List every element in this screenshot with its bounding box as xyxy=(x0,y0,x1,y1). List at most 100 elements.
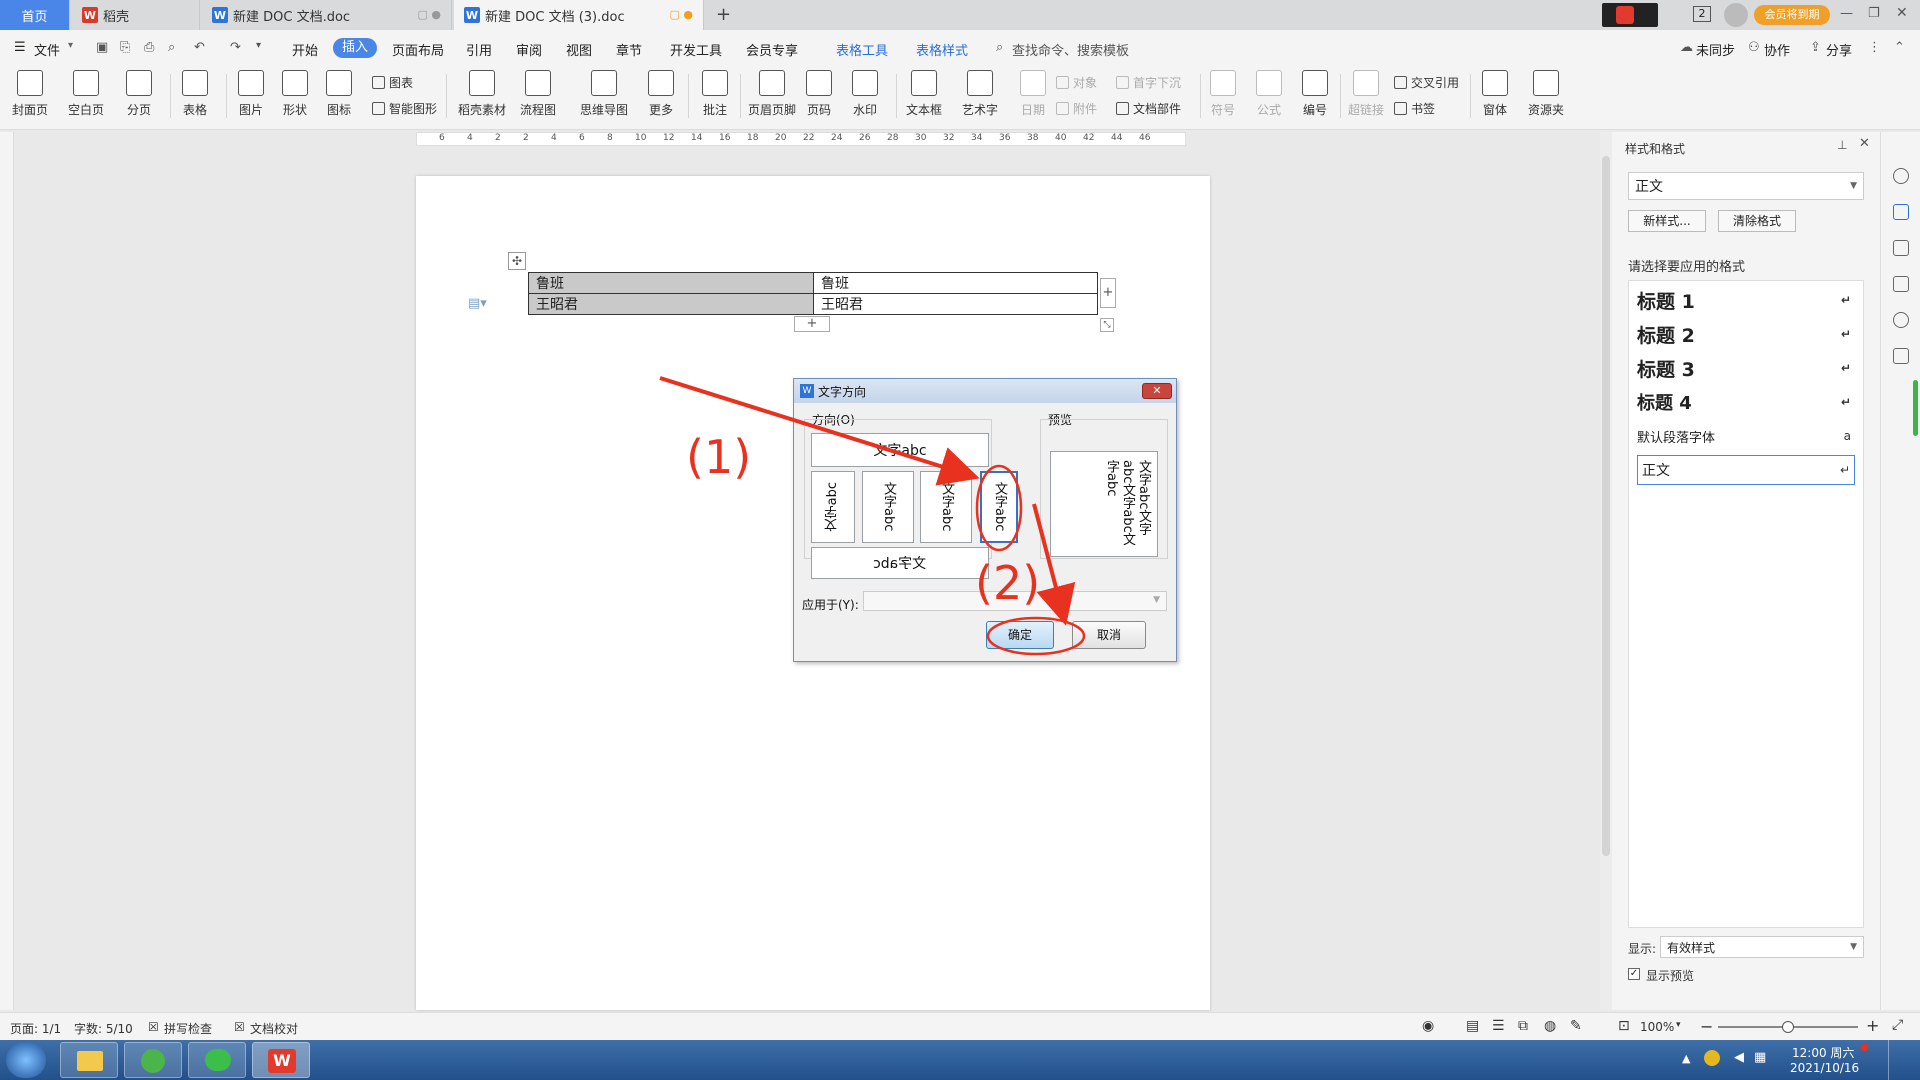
style-item-default-font[interactable]: 默认段落字体 a xyxy=(1637,421,1855,451)
redo-icon[interactable]: ↷ xyxy=(230,40,241,55)
ok-button[interactable]: 确定 xyxy=(986,621,1054,649)
current-style-select[interactable]: 正文 ▼ xyxy=(1628,172,1864,200)
table-cell[interactable]: 王昭君 xyxy=(813,293,1098,315)
select-cursor-icon[interactable] xyxy=(1893,240,1909,256)
browser-taskbar-icon[interactable] xyxy=(124,1042,182,1078)
collab-button[interactable]: 协作 xyxy=(1764,40,1790,59)
dropcap-button[interactable]: 首字下沉 xyxy=(1116,74,1181,91)
network-icon[interactable]: ▦ xyxy=(1754,1050,1766,1065)
date-button[interactable]: 日期 xyxy=(1020,70,1046,118)
smartart-button[interactable]: 智能图形 xyxy=(372,100,437,117)
style-item-heading4[interactable]: 标题 4 ↵ xyxy=(1637,387,1855,417)
flowchart-button[interactable]: 流程图 xyxy=(520,70,556,118)
search-icon[interactable]: ⌕ xyxy=(996,40,1003,55)
formula-button[interactable]: 公式 xyxy=(1256,70,1282,118)
direction-vertical-option-4-selected[interactable]: 文字abc xyxy=(980,471,1018,543)
style-item-body[interactable]: 正文 ↵ xyxy=(1637,455,1855,485)
header-footer-button[interactable]: 页眉页脚 xyxy=(748,70,796,118)
resource-button[interactable]: 资源夹 xyxy=(1528,70,1564,118)
direction-horizontal-option[interactable]: 文字abc xyxy=(811,433,989,467)
help-icon[interactable] xyxy=(1893,312,1909,328)
docer-material-button[interactable]: 稻壳素材 xyxy=(458,70,506,118)
paragraph-menu-icon[interactable]: ▤▾ xyxy=(468,296,487,311)
preview-icon[interactable]: ⌕ xyxy=(168,40,175,55)
menu-section[interactable]: 章节 xyxy=(616,40,642,59)
dialog-close-button[interactable]: ✕ xyxy=(1142,383,1172,399)
menu-layout[interactable]: 页面布局 xyxy=(392,40,444,59)
watermark-button[interactable]: 水印 xyxy=(852,70,878,118)
edit-style-icon[interactable] xyxy=(1893,204,1909,220)
icon-button[interactable]: 图标 xyxy=(326,70,352,118)
avatar[interactable] xyxy=(1724,3,1748,27)
clock-date[interactable]: 2021/10/16 xyxy=(1790,1061,1859,1075)
save-icon[interactable]: ▣ xyxy=(96,40,108,55)
add-column-plus-icon[interactable]: + xyxy=(1100,278,1116,308)
direction-rotated-option[interactable]: 文字abc xyxy=(811,547,989,579)
start-button[interactable] xyxy=(6,1042,46,1078)
outline-view-icon[interactable]: ☰ xyxy=(1492,1018,1505,1034)
menu-view[interactable]: 视图 xyxy=(566,40,592,59)
table-move-icon[interactable]: ✣ xyxy=(508,252,526,270)
tab-wps[interactable]: W 稻壳 xyxy=(72,0,200,30)
panel-close-icon[interactable]: ✕ xyxy=(1859,136,1870,151)
new-style-button[interactable]: 新样式... xyxy=(1628,210,1706,232)
direction-vertical-option-3[interactable]: 文字abc xyxy=(920,471,972,543)
quick-access-chevron-icon[interactable]: ▾ xyxy=(256,40,261,51)
hamburger-icon[interactable]: ☰ xyxy=(14,40,26,55)
more-vertical-icon[interactable]: ⋮ xyxy=(1868,40,1881,55)
menu-developer[interactable]: 开发工具 xyxy=(670,40,722,59)
vertical-scrollbar[interactable] xyxy=(1600,132,1612,1010)
form-button[interactable]: 窗体 xyxy=(1482,70,1508,118)
preview-checkbox[interactable]: ✓ xyxy=(1628,968,1640,980)
tray-expand-icon[interactable]: ▲ xyxy=(1682,1052,1690,1065)
table-button[interactable]: 表格 xyxy=(182,70,208,118)
more-button[interactable]: 更多 xyxy=(648,70,674,118)
tab-doc2[interactable]: W 新建 DOC 文档 (3).doc ▢ ● xyxy=(454,0,704,30)
numbering-button[interactable]: 编号 xyxy=(1302,70,1328,118)
document-table[interactable]: 鲁班 鲁班 王昭君 王昭君 xyxy=(528,272,1098,315)
print-icon[interactable]: ⎙ xyxy=(144,40,154,55)
crossref-button[interactable]: 交叉引用 xyxy=(1394,74,1459,91)
bookmark-button[interactable]: 书签 xyxy=(1394,100,1435,117)
explorer-taskbar-icon[interactable] xyxy=(60,1042,118,1078)
tab-close-icon[interactable]: ▢ ● xyxy=(418,8,442,21)
wordart-button[interactable]: 艺术字 xyxy=(962,70,998,118)
word-count[interactable]: 字数: 5/10 xyxy=(74,1020,133,1037)
volume-icon[interactable]: ◀ xyxy=(1734,1050,1744,1065)
add-row-plus-icon[interactable]: + xyxy=(794,316,830,332)
doc-proofread[interactable]: 文档校对 xyxy=(250,1020,298,1037)
menu-table-style[interactable]: 表格样式 xyxy=(916,40,968,59)
backup-icon[interactable] xyxy=(1893,348,1909,364)
style-item-heading2[interactable]: 标题 2 ↵ xyxy=(1637,319,1855,349)
web-view-icon[interactable]: ◍ xyxy=(1544,1018,1556,1034)
table-cell[interactable]: 鲁班 xyxy=(528,272,814,294)
show-desktop-button[interactable] xyxy=(1888,1040,1920,1080)
menu-references[interactable]: 引用 xyxy=(466,40,492,59)
docpart-button[interactable]: 文档部件 xyxy=(1116,100,1181,117)
vip-badge[interactable]: 会员将到期 xyxy=(1754,5,1830,25)
page-view-icon[interactable]: ▤ xyxy=(1466,1018,1479,1034)
hyperlink-button[interactable]: 超链接 xyxy=(1348,70,1384,118)
pin-icon[interactable]: ⊥ xyxy=(1837,138,1847,152)
page-count-badge[interactable]: 2 xyxy=(1693,6,1711,22)
zoom-slider-thumb[interactable] xyxy=(1782,1021,1794,1033)
sync-status[interactable]: 未同步 xyxy=(1696,40,1735,59)
style-item-heading1[interactable]: 标题 1 ↵ xyxy=(1637,285,1855,315)
share-button[interactable]: 分享 xyxy=(1826,40,1852,59)
horizontal-ruler[interactable]: 6 4 2 2 4 6 8 10 12 14 16 18 20 22 24 26 28 30 32 34 36 38 40 4… xyxy=(416,132,1186,146)
textbox-button[interactable]: 文本框 xyxy=(906,70,942,118)
restore-icon[interactable]: ❐ xyxy=(1868,6,1880,21)
show-select[interactable]: 有效样式 ▼ xyxy=(1660,936,1864,958)
direction-vertical-option-2[interactable]: 文字abc xyxy=(862,471,914,543)
comment-button[interactable]: 批注 xyxy=(702,70,728,118)
fullscreen-icon[interactable]: ⤢ xyxy=(1892,1017,1903,1033)
menu-table-tools[interactable]: 表格工具 xyxy=(836,40,888,59)
panel-title[interactable]: 样式和格式 xyxy=(1625,140,1685,157)
table-cell[interactable]: 鲁班 xyxy=(813,272,1098,294)
undo-icon[interactable]: ↶ xyxy=(194,40,205,55)
export-icon[interactable]: ⎘ xyxy=(120,40,130,55)
tray-app-icon[interactable] xyxy=(1704,1050,1720,1066)
resize-table-icon[interactable]: ⤡ xyxy=(1100,318,1114,332)
menu-review[interactable]: 审阅 xyxy=(516,40,542,59)
adjust-icon[interactable] xyxy=(1893,276,1909,292)
